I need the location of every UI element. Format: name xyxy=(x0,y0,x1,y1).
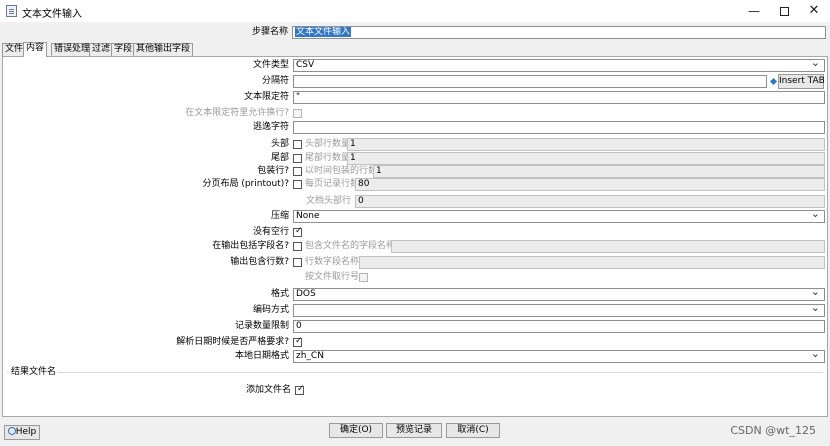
filename-field-input[interactable] xyxy=(391,240,825,253)
enclosure-label: 文本限定符 xyxy=(243,92,289,102)
break-in-enclosure-checkbox[interactable] xyxy=(293,109,302,118)
file-type-value: CSV xyxy=(296,60,315,70)
rownum-field-input[interactable] xyxy=(359,256,825,269)
separator-label: 分隔符 xyxy=(261,76,289,86)
format-select[interactable]: DOS xyxy=(293,288,825,301)
lines-per-page-input[interactable]: 80 xyxy=(355,178,825,191)
escape-input[interactable] xyxy=(293,121,825,134)
include-rownum-label: 输出包含行数? xyxy=(230,257,289,267)
lenient-date-label: 解析日期时候是否严格要求? xyxy=(176,337,289,347)
document-icon xyxy=(6,5,17,17)
tab-error-handling[interactable]: 错误处理 xyxy=(51,43,94,56)
wrapped-checkbox[interactable] xyxy=(293,167,302,176)
checkmark-icon: ✓ xyxy=(295,226,303,236)
window-title: 文本文件输入 xyxy=(22,9,82,20)
lenient-date-checkbox[interactable]: ✓ xyxy=(293,336,303,347)
step-name-row: 步骤名称 文本文件输入 xyxy=(0,25,830,41)
group-divider xyxy=(7,372,823,373)
step-name-value: 文本文件输入 xyxy=(295,27,352,37)
paged-checkbox[interactable] xyxy=(293,180,302,189)
rownum-by-file-checkbox[interactable] xyxy=(359,273,368,282)
doc-header-lines-input[interactable]: 0 xyxy=(355,195,825,208)
file-type-select[interactable]: CSV xyxy=(293,59,825,72)
break-in-enclosure-label: 在文本限定符里允许换行? xyxy=(185,108,289,118)
ok-button[interactable]: 确定(O) xyxy=(329,423,383,438)
footer-checkbox[interactable] xyxy=(293,154,302,163)
rownum-field-label: 行数字段名称 xyxy=(305,257,360,267)
wrapped-label: 包装行? xyxy=(257,166,289,176)
header-lines-label: 头部行数量 xyxy=(305,139,351,149)
step-name-input[interactable]: 文本文件输入 xyxy=(292,26,826,39)
include-filename-label: 在输出包括字段名? xyxy=(212,241,289,251)
include-filename-checkbox[interactable] xyxy=(293,242,302,251)
header-label: 头部 xyxy=(270,139,289,149)
wrapped-lines-label: 以时间包装的行数 xyxy=(305,166,378,176)
checkmark-icon: ✓ xyxy=(295,336,303,346)
separator-input[interactable] xyxy=(293,75,767,88)
add-filename-label: 添加文件名 xyxy=(245,385,291,395)
compression-select[interactable]: None xyxy=(293,210,825,223)
checkmark-icon: ✓ xyxy=(297,384,305,394)
tab-fields[interactable]: 字段 xyxy=(111,43,136,56)
filename-field-label: 包含文件名的字段名称 xyxy=(305,241,396,251)
lines-per-page-label: 每页记录行数 xyxy=(305,179,360,189)
wrapped-lines-input[interactable]: 1 xyxy=(373,165,825,178)
maximize-icon xyxy=(779,7,789,16)
date-locale-label: 本地日期格式 xyxy=(234,351,289,361)
content-panel: 文件类型 CSV 分隔符 Insert TAB 文本限定符 " 在文本限定符里允… xyxy=(2,56,828,417)
watermark: CSDN @wt_125 xyxy=(730,424,816,437)
escape-label: 逃逸字符 xyxy=(252,122,289,132)
tab-additional-output-fields[interactable]: 其他输出字段 xyxy=(133,43,194,56)
preview-button[interactable]: 预览记录 xyxy=(386,423,442,438)
enclosure-input[interactable]: " xyxy=(293,91,825,104)
add-filename-checkbox[interactable]: ✓ xyxy=(295,384,305,395)
no-empty-rows-checkbox[interactable]: ✓ xyxy=(293,226,303,237)
footer-lines-label: 尾部行数量 xyxy=(305,153,351,163)
close-button[interactable]: ✕ xyxy=(796,0,830,22)
paged-label: 分页布局 (printout)? xyxy=(202,179,289,189)
header-lines-input[interactable]: 1 xyxy=(347,138,825,151)
limit-label: 记录数量限制 xyxy=(234,321,289,331)
tab-filter[interactable]: 过滤 xyxy=(89,43,114,56)
tab-content[interactable]: 内容 xyxy=(23,42,48,57)
variable-diamond-icon xyxy=(769,77,778,86)
encoding-label: 编码方式 xyxy=(252,305,289,315)
cancel-button[interactable]: 取消(C) xyxy=(446,423,500,438)
include-rownum-checkbox[interactable] xyxy=(293,258,302,267)
help-icon xyxy=(7,427,16,435)
help-button[interactable]: Help xyxy=(4,425,40,440)
header-checkbox[interactable] xyxy=(293,140,302,149)
result-filename-group-title: 结果文件名 xyxy=(9,366,59,378)
footer-label: 尾部 xyxy=(270,153,289,163)
compression-label: 压缩 xyxy=(270,211,289,221)
date-locale-select[interactable]: zh_CN xyxy=(293,350,825,363)
rownum-by-file-label: 按文件取行号 xyxy=(305,272,360,282)
title-bar: 文本文件输入 — ✕ xyxy=(0,0,830,22)
encoding-select[interactable] xyxy=(293,304,825,317)
step-name-label: 步骤名称 xyxy=(251,27,288,37)
doc-header-lines-label: 文档头部行 xyxy=(305,196,351,206)
footer-lines-input[interactable]: 1 xyxy=(347,152,825,165)
file-type-label: 文件类型 xyxy=(252,60,289,70)
format-label: 格式 xyxy=(270,289,289,299)
no-empty-rows-label: 没有空行 xyxy=(252,227,289,237)
limit-input[interactable]: 0 xyxy=(293,320,825,333)
insert-tab-button[interactable]: Insert TAB xyxy=(778,74,825,89)
